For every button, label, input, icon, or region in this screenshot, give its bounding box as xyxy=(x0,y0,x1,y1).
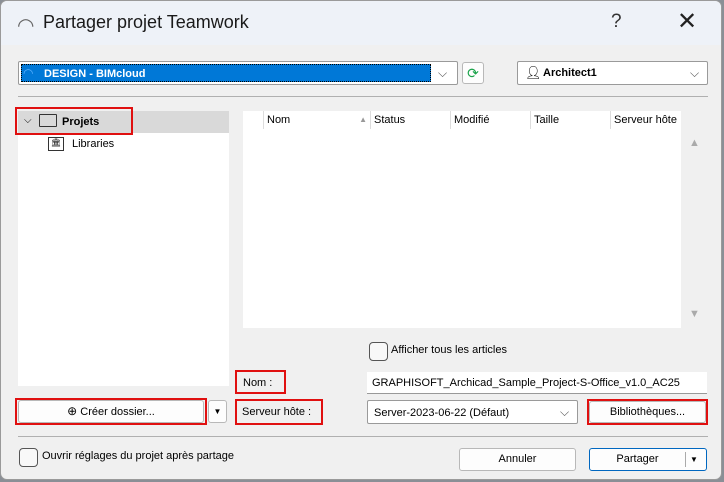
host-label: Serveur hôte : xyxy=(242,406,312,418)
show-all-checkbox[interactable] xyxy=(369,342,388,361)
scroll-up-icon[interactable]: ▲ xyxy=(689,137,700,149)
share-teamwork-dialog: ◠ Partager projet Teamwork ? ✕ DESIGN - … xyxy=(0,0,722,480)
open-settings-label: Ouvrir réglages du projet après partage xyxy=(42,450,234,462)
header-label: Nom xyxy=(267,114,291,126)
share-button[interactable]: Partager ▼ xyxy=(589,448,707,471)
user-selected: Architect1 xyxy=(543,67,597,79)
server-selected: DESIGN - BIMcloud xyxy=(21,64,431,82)
help-button[interactable]: ? xyxy=(611,11,622,33)
host-selected: Server-2023-06-22 (Défaut) xyxy=(374,407,510,419)
sort-asc-icon: ▲ xyxy=(359,115,367,124)
column-header-status[interactable]: Status xyxy=(370,111,450,129)
library-folder-icon: 🏛︎ xyxy=(48,137,64,151)
column-header-modifie[interactable]: Modifié xyxy=(450,111,530,129)
cancel-button[interactable]: Annuler xyxy=(459,448,576,471)
highlight-create-folder xyxy=(15,398,207,425)
user-icon: 👤︎ xyxy=(525,65,542,80)
chevron-down-icon: ⌵ xyxy=(438,66,448,80)
refresh-icon: ⟳ xyxy=(467,65,479,81)
server-dropdown[interactable]: DESIGN - BIMcloud ◠ ⌵ xyxy=(18,61,458,85)
host-dropdown[interactable]: Server-2023-06-22 (Défaut) ⌵ xyxy=(367,400,578,424)
dropdown-arrow-icon[interactable]: ▼ xyxy=(690,449,698,470)
column-header-serveur-hote[interactable]: Serveur hôte xyxy=(610,111,681,129)
highlight-libraries xyxy=(587,399,708,425)
cloud-icon: ◠ xyxy=(23,66,34,80)
create-folder-menu-button[interactable]: ▼ xyxy=(208,400,227,423)
dropdown-arrow-icon: ▼ xyxy=(213,407,222,416)
chevron-down-icon: ⌵ xyxy=(560,405,570,419)
tree-item-label: Libraries xyxy=(72,138,115,150)
open-settings-checkbox[interactable] xyxy=(19,448,38,467)
show-all-label: Afficher tous les articles xyxy=(391,344,507,356)
user-dropdown[interactable]: 👤︎ Architect1 ⌵ xyxy=(517,61,708,85)
scroll-down-icon[interactable]: ▼ xyxy=(689,308,700,320)
folder-tree[interactable]: ⌵ Projets 🏛︎ Libraries xyxy=(18,111,229,386)
chevron-down-icon: ⌵ xyxy=(690,66,700,80)
project-table[interactable]: Nom ▲ Status Modifié Taille Serveur hôte xyxy=(243,111,681,328)
tree-item-libraries[interactable]: 🏛︎ Libraries xyxy=(48,135,148,155)
name-input[interactable]: GRAPHISOFT_Archicad_Sample_Project-S-Off… xyxy=(367,372,707,394)
name-label: Nom : xyxy=(243,377,273,389)
divider xyxy=(18,436,708,437)
highlight-projets xyxy=(15,107,133,135)
refresh-button[interactable]: ⟳ xyxy=(462,62,484,84)
column-header-taille[interactable]: Taille xyxy=(530,111,610,129)
close-button[interactable]: ✕ xyxy=(677,7,697,36)
archicad-logo-icon: ◠ xyxy=(17,15,35,37)
dialog-title: Partager projet Teamwork xyxy=(43,12,249,32)
share-label: Partager xyxy=(616,453,659,465)
column-header-nom[interactable]: Nom ▲ xyxy=(263,111,371,129)
divider xyxy=(18,96,708,97)
